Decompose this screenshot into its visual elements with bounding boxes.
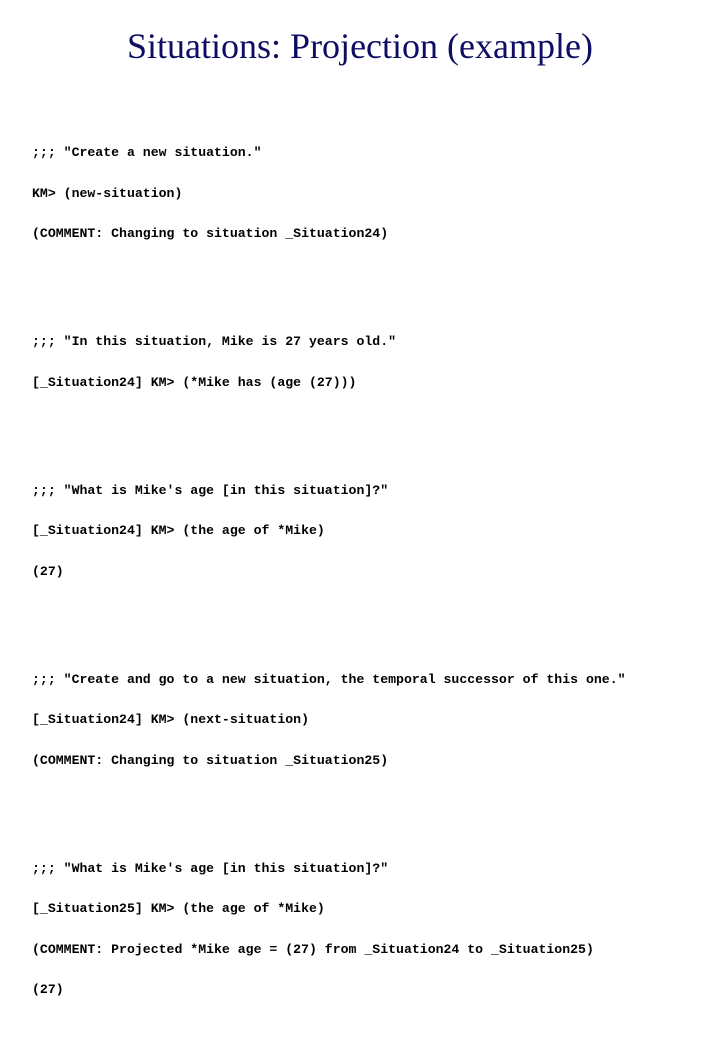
output-line: (COMMENT: Projected *Mike age = (27) fro… (32, 941, 594, 957)
slide-title: Situations: Projection (example) (127, 26, 593, 66)
command-line: [_Situation24] KM> (the age of *Mike) (32, 523, 325, 538)
command-line: [_Situation25] KM> (the age of *Mike) (32, 901, 325, 916)
command-line: [_Situation24] KM> (next-situation) (32, 712, 309, 727)
output-line: (COMMENT: Changing to situation _Situati… (32, 226, 389, 241)
comment-line: ;;; "Create a new situation." (32, 145, 262, 160)
comment-line: ;;; "In this situation, Mike is 27 years… (32, 334, 397, 349)
output-line: (27) (32, 563, 64, 579)
transcript-block-next-situation: ;;; "Create and go to a new situation, t… (32, 646, 626, 795)
output-line: (27) (32, 982, 64, 997)
command-line: KM> (new-situation) (32, 185, 183, 201)
km-transcript: ;;; "Create a new situation." KM> (new-s… (32, 92, 626, 1051)
transcript-block-projected-age: ;;; "What is Mike's age [in this situati… (32, 835, 626, 1024)
comment-line: ;;; "What is Mike's age [in this situati… (32, 860, 389, 876)
comment-line: ;;; "What is Mike's age [in this situati… (32, 482, 389, 498)
transcript-block-create-situation: ;;; "Create a new situation." KM> (new-s… (32, 119, 626, 268)
transcript-block-query-age: ;;; "What is Mike's age [in this situati… (32, 457, 626, 606)
comment-line: ;;; "Create and go to a new situation, t… (32, 671, 626, 687)
command-line: [_Situation24] KM> (*Mike has (age (27))… (32, 374, 357, 390)
transcript-block-assert-age: ;;; "In this situation, Mike is 27 years… (32, 308, 626, 416)
output-line: (COMMENT: Changing to situation _Situati… (32, 752, 389, 768)
